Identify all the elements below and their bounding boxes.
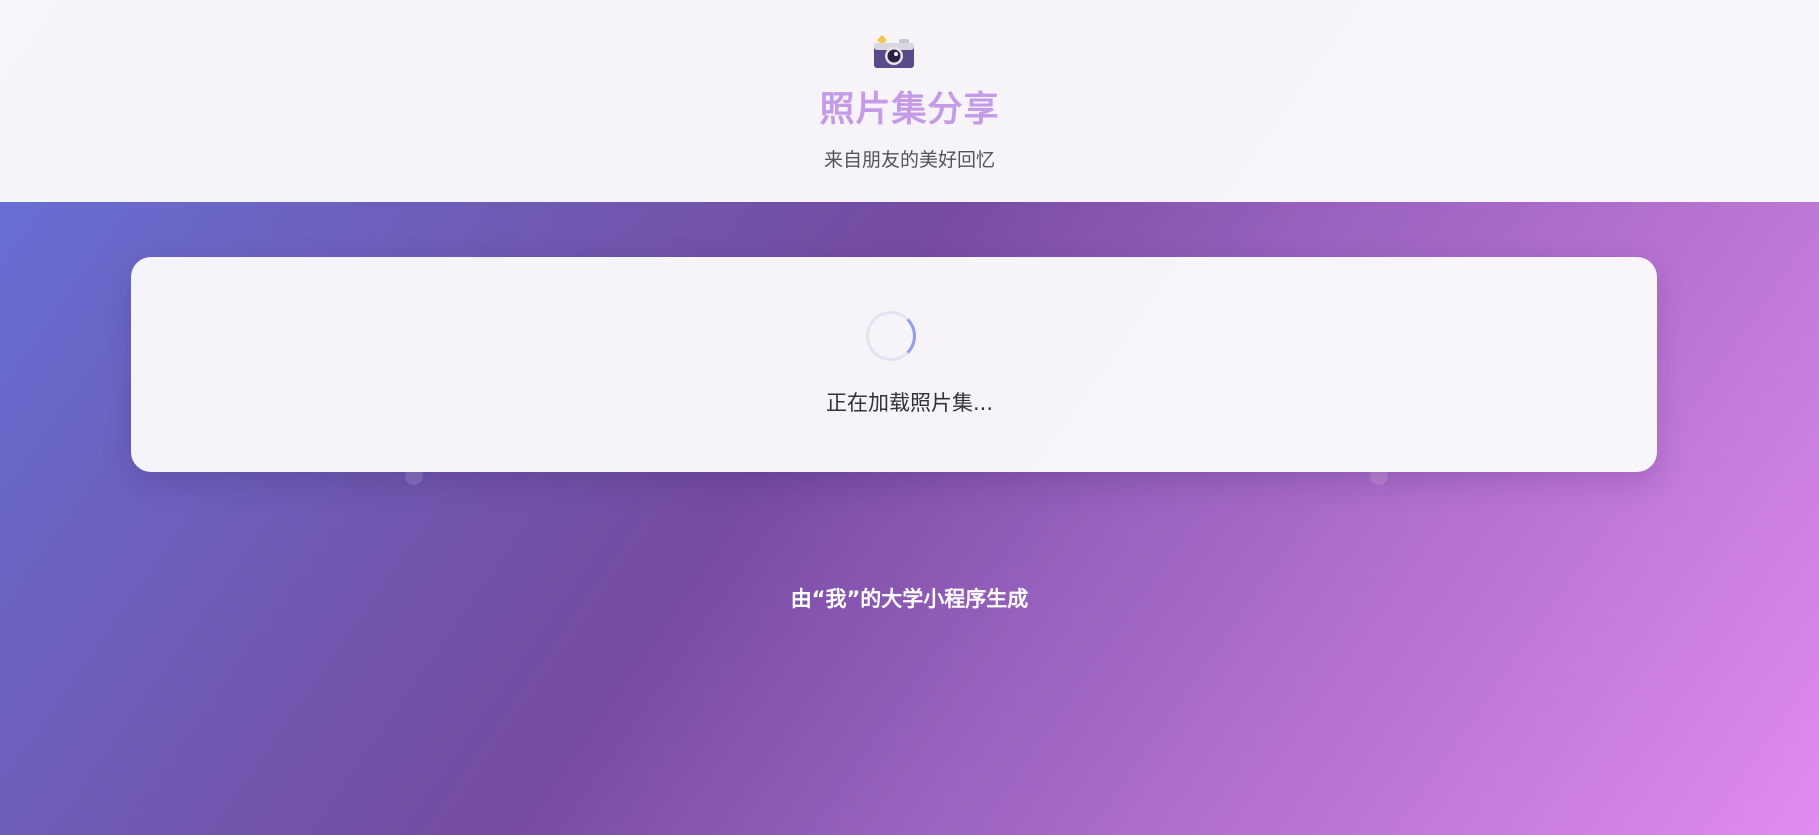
loading-text: 正在加载照片集... (825, 391, 994, 415)
page-subtitle: 来自朋友的美好回忆 (823, 149, 995, 171)
app-header: 照片集分享 来自朋友的美好回忆 (0, 0, 1819, 202)
page-title: 照片集分享 (819, 90, 1000, 130)
decorative-dot-right (1370, 467, 1388, 485)
loading-card (131, 257, 1657, 472)
decorative-dot-left (405, 467, 423, 485)
loading-spinner-icon (866, 311, 916, 361)
camera-with-flash-icon (872, 34, 916, 70)
footer-credit: 由“我”的大学小程序生成 (790, 587, 1029, 611)
